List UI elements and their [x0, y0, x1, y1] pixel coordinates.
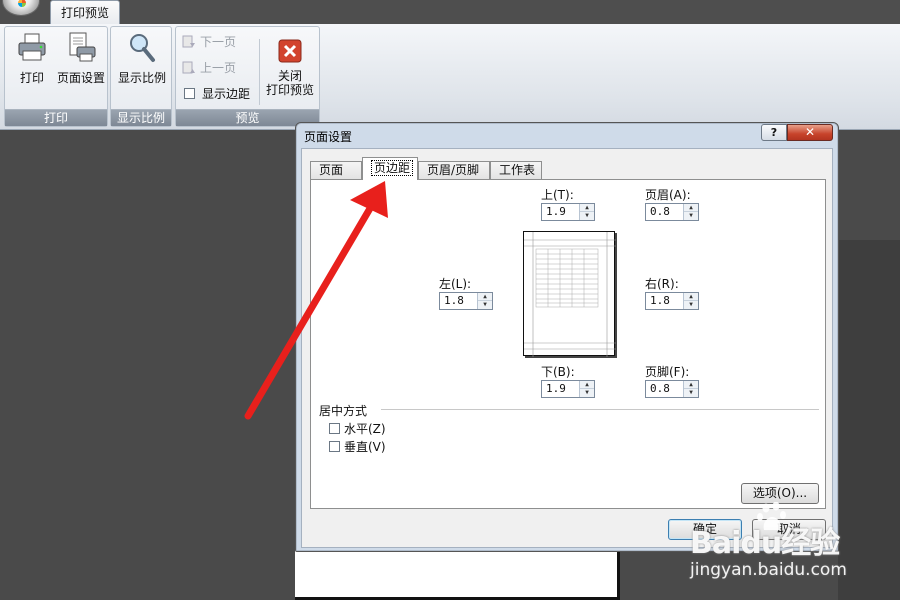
- top-margin-spinner[interactable]: ▲ ▼: [579, 204, 594, 220]
- bottom-margin-spinner[interactable]: ▲ ▼: [579, 381, 594, 397]
- center-horizontal-label: 水平(Z): [344, 422, 386, 436]
- dialog-title: 页面设置: [304, 130, 353, 144]
- show-margins-label: 显示边距: [202, 87, 251, 101]
- dialog-content: 页面 页边距 页眉/页脚 工作表 上(T): 1.9 ▲ ▼ 页眉(A): 0.8…: [301, 148, 833, 548]
- office-logo-icon: [18, 0, 26, 7]
- spin-down-icon[interactable]: ▼: [684, 212, 698, 220]
- next-page-icon: [182, 35, 196, 49]
- group-zoom-label: 显示比例: [111, 109, 171, 126]
- margin-guides-graphic: [524, 232, 616, 357]
- tab-page[interactable]: 页面: [310, 161, 362, 179]
- spin-up-icon[interactable]: ▲: [580, 204, 594, 212]
- center-on-page-title: 居中方式: [319, 404, 368, 418]
- dialog-close-button[interactable]: ✕: [787, 124, 833, 141]
- group-print-label: 打印: [5, 109, 107, 126]
- print-button-label: 打印: [19, 71, 44, 85]
- left-margin-label: 左(L):: [439, 277, 472, 291]
- center-horizontal-checkbox[interactable]: [329, 423, 340, 434]
- tab-print-preview[interactable]: 打印预览: [50, 0, 120, 25]
- tab-margins[interactable]: 页边距: [362, 157, 418, 180]
- bottom-margin-value: 1.9: [546, 382, 566, 395]
- spin-down-icon[interactable]: ▼: [684, 389, 698, 397]
- close-preview-label-2: 打印预览: [265, 83, 314, 97]
- right-margin-label: 右(R):: [645, 277, 679, 291]
- center-vertical-label: 垂直(V): [344, 440, 386, 454]
- next-page-label: 下一页: [200, 35, 237, 49]
- scroll-area: [838, 240, 900, 600]
- center-vertical-row[interactable]: 垂直(V): [329, 438, 386, 455]
- show-margins-checkbox[interactable]: 显示边距: [178, 85, 250, 103]
- right-margin-input[interactable]: 1.8 ▲ ▼: [645, 292, 699, 310]
- title-bar: [0, 0, 900, 24]
- margins-panel: 上(T): 1.9 ▲ ▼ 页眉(A): 0.8 ▲ ▼ 左(L): 1.8 ▲ ▼ …: [310, 179, 826, 509]
- group-zoom: 显示比例 显示比例: [110, 26, 172, 127]
- footer-margin-label: 页脚(F):: [645, 365, 690, 379]
- footer-margin-input[interactable]: 0.8 ▲ ▼: [645, 380, 699, 398]
- spin-up-icon[interactable]: ▲: [684, 293, 698, 301]
- header-margin-input[interactable]: 0.8 ▲ ▼: [645, 203, 699, 221]
- spin-up-icon[interactable]: ▲: [580, 381, 594, 389]
- spin-down-icon[interactable]: ▼: [580, 389, 594, 397]
- tab-header-footer[interactable]: 页眉/页脚: [418, 161, 490, 179]
- preview-paper: [295, 545, 620, 600]
- page-preview-thumbnail: [523, 231, 616, 357]
- prev-page-icon: [182, 61, 196, 75]
- footer-margin-value: 0.8: [650, 382, 670, 395]
- watermark-url: jingyan.baidu.com: [690, 560, 847, 580]
- ribbon: 打印 页面设置 打印 显示比例 显示比例 下一页 上一页 显示边距 关闭 打印预…: [0, 24, 900, 130]
- center-horizontal-row[interactable]: 水平(Z): [329, 420, 386, 437]
- tab-margins-label: 页边距: [371, 160, 414, 176]
- group-preview: 下一页 上一页 显示边距 关闭 打印预览 预览: [175, 26, 320, 127]
- header-margin-spinner[interactable]: ▲ ▼: [683, 204, 698, 220]
- group-divider: [381, 409, 819, 410]
- close-preview-button[interactable]: 关闭 打印预览: [264, 31, 316, 97]
- print-button[interactable]: 打印: [9, 31, 55, 85]
- page-setup-icon: [65, 31, 97, 63]
- close-preview-label-1: 关闭: [277, 69, 302, 83]
- left-margin-input[interactable]: 1.8 ▲ ▼: [439, 292, 493, 310]
- top-margin-value: 1.9: [546, 205, 566, 218]
- header-margin-label: 页眉(A):: [645, 188, 691, 202]
- prev-page-label: 上一页: [200, 61, 237, 75]
- magnifier-icon: [126, 31, 158, 63]
- spin-up-icon[interactable]: ▲: [684, 381, 698, 389]
- center-vertical-checkbox[interactable]: [329, 441, 340, 452]
- spin-down-icon[interactable]: ▼: [580, 212, 594, 220]
- spin-up-icon[interactable]: ▲: [684, 204, 698, 212]
- tab-sheet[interactable]: 工作表: [490, 161, 542, 179]
- right-margin-value: 1.8: [650, 294, 670, 307]
- printer-icon: [16, 31, 48, 63]
- zoom-button[interactable]: 显示比例: [115, 31, 169, 85]
- bottom-margin-label: 下(B):: [541, 365, 575, 379]
- header-margin-value: 0.8: [650, 205, 670, 218]
- page-setup-button-label: 页面设置: [56, 71, 105, 85]
- spin-down-icon[interactable]: ▼: [478, 301, 492, 309]
- group-print: 打印 页面设置 打印: [4, 26, 108, 127]
- group-separator: [259, 39, 260, 105]
- watermark-brand: Baidu经验: [690, 526, 840, 561]
- right-margin-spinner[interactable]: ▲ ▼: [683, 293, 698, 309]
- help-button[interactable]: ?: [761, 124, 787, 141]
- close-red-icon: [278, 39, 302, 63]
- next-page-button[interactable]: 下一页: [178, 33, 236, 51]
- top-margin-input[interactable]: 1.9 ▲ ▼: [541, 203, 595, 221]
- show-margins-box[interactable]: [184, 88, 195, 99]
- footer-margin-spinner[interactable]: ▲ ▼: [683, 381, 698, 397]
- page-setup-dialog: 页面设置 ? ✕ 页面 页边距 页眉/页脚 工作表 上(T): 1.9 ▲ ▼ 页…: [295, 122, 839, 552]
- spin-down-icon[interactable]: ▼: [684, 301, 698, 309]
- options-button[interactable]: 选项(O)...: [741, 483, 819, 504]
- prev-page-button[interactable]: 上一页: [178, 59, 236, 77]
- page-setup-button[interactable]: 页面设置: [55, 31, 107, 85]
- left-margin-value: 1.8: [444, 294, 464, 307]
- bottom-margin-input[interactable]: 1.9 ▲ ▼: [541, 380, 595, 398]
- top-margin-label: 上(T):: [541, 188, 574, 202]
- left-margin-spinner[interactable]: ▲ ▼: [477, 293, 492, 309]
- zoom-button-label: 显示比例: [117, 71, 166, 85]
- spin-up-icon[interactable]: ▲: [478, 293, 492, 301]
